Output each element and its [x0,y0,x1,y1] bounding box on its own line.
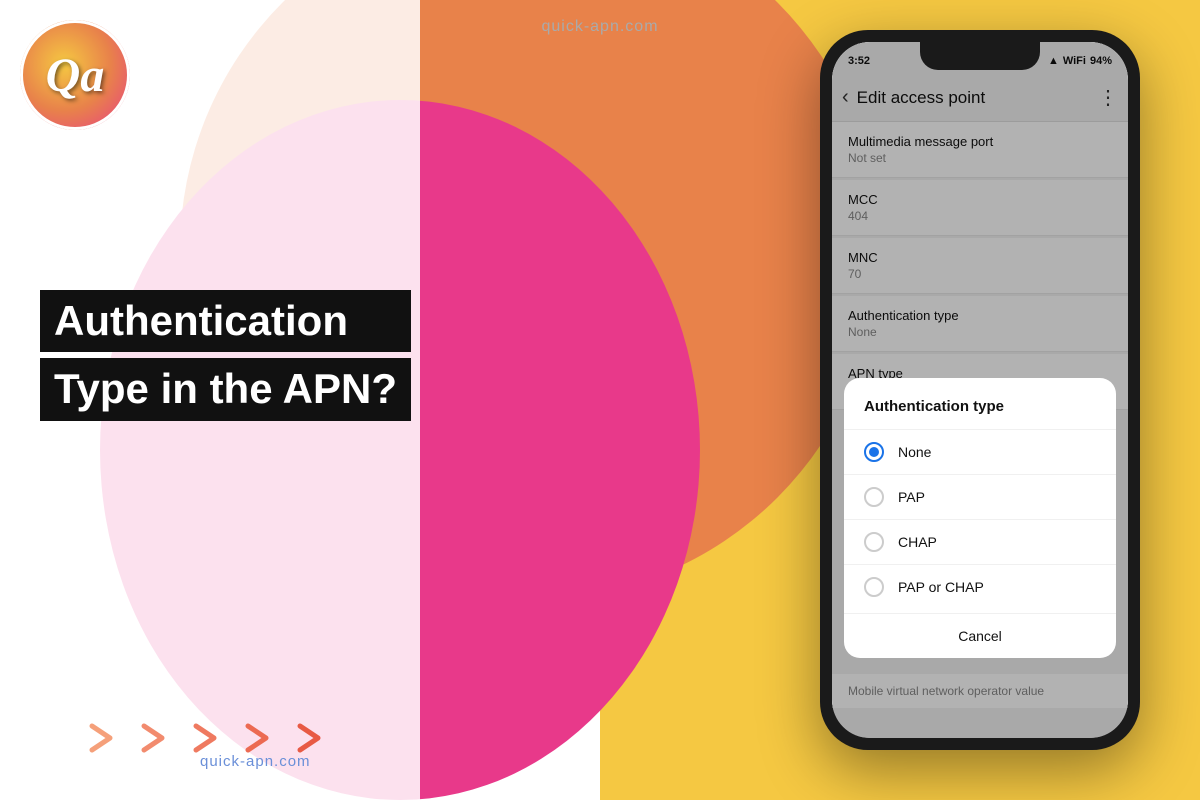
radio-pap-or-chap[interactable] [864,577,884,597]
phone-outer: 3:52 ▲ WiFi 94% ‹ Edit access point ⋮ Mu… [820,30,1140,750]
logo-border [20,20,130,130]
dialog-box: Authentication type None PAP [844,378,1116,658]
dialog-option-label-pap: PAP [898,489,925,505]
phone-screen: 3:52 ▲ WiFi 94% ‹ Edit access point ⋮ Mu… [832,42,1128,738]
chevron-3 [184,716,228,760]
radio-pap[interactable] [864,487,884,507]
cancel-button[interactable]: Cancel [844,613,1116,658]
watermark-top: quick-apn.com [541,18,658,36]
phone-notch [920,42,1040,70]
radio-none[interactable] [864,442,884,462]
heading-line-2: Type in the APN? [40,358,411,420]
dialog-option-pap-or-chap[interactable]: PAP or CHAP [844,564,1116,609]
dialog-option-label-none: None [898,444,931,460]
dialog-overlay: Authentication type None PAP [832,42,1128,738]
dialog-option-none[interactable]: None [844,429,1116,474]
phone-mockup: 3:52 ▲ WiFi 94% ‹ Edit access point ⋮ Mu… [820,30,1140,750]
chevron-1 [80,716,124,760]
dialog-option-chap[interactable]: CHAP [844,519,1116,564]
heading-line-1: Authentication [40,290,411,352]
chevron-2 [132,716,176,760]
dialog-title: Authentication type [844,398,1116,429]
chevron-4 [236,716,280,760]
main-heading: Authentication Type in the APN? [40,290,411,427]
chevrons-container [80,716,332,760]
radio-chap[interactable] [864,532,884,552]
chevron-5 [288,716,332,760]
radio-inner-none [869,447,879,457]
dialog-option-pap[interactable]: PAP [844,474,1116,519]
dialog-option-label-pap-or-chap: PAP or CHAP [898,579,984,595]
dialog-option-label-chap: CHAP [898,534,937,550]
